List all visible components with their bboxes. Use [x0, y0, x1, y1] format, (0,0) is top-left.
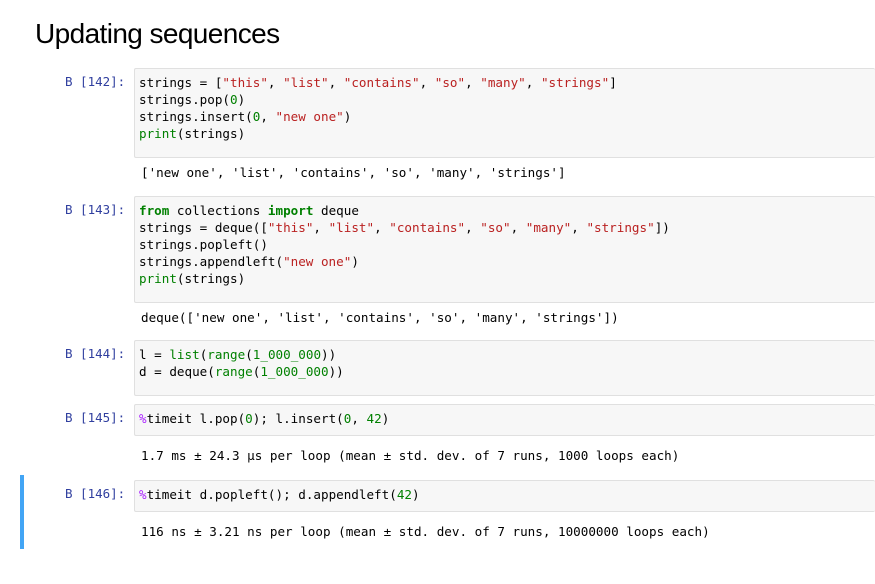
- code-line: strings.appendleft("new one"): [139, 253, 871, 270]
- code-token: (: [245, 347, 253, 362]
- code-cell-146-selected[interactable]: В [146]: %timeit d.popleft(); d.appendle…: [20, 475, 875, 549]
- code-token: ): [381, 411, 390, 426]
- code-token: collections: [169, 203, 268, 218]
- cell-output: 1.7 ms ± 24.3 µs per loop (mean ± std. d…: [141, 448, 680, 463]
- code-line: print(strings): [139, 125, 871, 142]
- cell-prompt: В [143]:: [65, 202, 126, 217]
- code-token: ,: [328, 75, 344, 90]
- code-token: ,: [465, 75, 481, 90]
- code-token: strings.popleft(): [139, 237, 268, 252]
- code-token: "so": [480, 220, 511, 235]
- code-token: "contains": [343, 75, 420, 90]
- code-token: ]): [654, 220, 670, 235]
- code-token: strings = deque([: [139, 220, 268, 235]
- code-line: l = list(range(1_000_000)): [139, 346, 871, 363]
- code-token: range: [214, 364, 253, 379]
- code-token: "strings": [586, 220, 655, 235]
- cell-output: ['new one', 'list', 'contains', 'so', 'm…: [141, 165, 566, 180]
- cell-prompt: В [144]:: [65, 346, 126, 361]
- code-token: print: [139, 126, 177, 141]
- code-input[interactable]: %timeit d.popleft(); d.appendleft(42): [134, 480, 875, 512]
- code-token: 1_000_000: [260, 364, 329, 379]
- code-token: ,: [419, 75, 435, 90]
- code-line: d = deque(range(1_000_000)): [139, 363, 871, 380]
- cell-output: 116 ns ± 3.21 ns per loop (mean ± std. d…: [141, 524, 710, 539]
- code-line: %timeit l.pop(0); l.insert(0, 42): [139, 410, 871, 427]
- code-line: from collections import deque: [139, 202, 871, 219]
- code-token: import: [267, 203, 314, 218]
- code-token: l =: [139, 347, 170, 362]
- code-token: ,: [374, 220, 390, 235]
- code-cell-143[interactable]: В [143]: from collections import deque st…: [20, 196, 875, 332]
- code-token: %: [139, 411, 147, 426]
- code-input[interactable]: from collections import deque strings = d…: [134, 196, 875, 303]
- code-token: timeit d.popleft(); d.appendleft(: [146, 487, 397, 502]
- code-token: ): [343, 109, 352, 124]
- code-token: %: [139, 487, 147, 502]
- cell-prompt: В [142]:: [65, 74, 126, 89]
- code-token: 42: [366, 411, 382, 426]
- code-token: list: [169, 347, 200, 362]
- code-token: ,: [260, 109, 276, 124]
- code-token: ): [351, 254, 359, 269]
- code-token: 0: [230, 92, 238, 107]
- code-line: strings.insert(0, "new one"): [139, 108, 871, 125]
- code-token: ); l.insert(: [252, 411, 344, 426]
- code-token: ,: [525, 75, 541, 90]
- code-token: (strings): [176, 126, 246, 141]
- code-token: "this": [267, 220, 314, 235]
- code-token: )): [328, 364, 344, 379]
- code-token: 0: [245, 411, 253, 426]
- code-token: "contains": [389, 220, 466, 235]
- code-token: print: [139, 271, 177, 286]
- code-token: strings.pop(: [139, 92, 230, 107]
- code-token: from: [139, 203, 170, 218]
- code-input[interactable]: strings = ["this", "list", "contains", "…: [134, 68, 875, 158]
- code-line: strings.pop(0): [139, 91, 871, 108]
- code-input[interactable]: %timeit l.pop(0); l.insert(0, 42): [134, 404, 875, 436]
- code-token: "this": [222, 75, 268, 90]
- code-token: strings.insert(: [139, 109, 253, 124]
- code-token: 42: [396, 487, 412, 502]
- code-token: "list": [328, 220, 375, 235]
- code-token: ,: [313, 220, 329, 235]
- code-line: %timeit d.popleft(); d.appendleft(42): [139, 486, 871, 503]
- code-line: strings.popleft(): [139, 236, 871, 253]
- code-cell-142[interactable]: В [142]: strings = ["this", "list", "con…: [20, 68, 875, 186]
- code-token: 1_000_000: [252, 347, 322, 362]
- code-line: print(strings): [139, 270, 871, 287]
- code-token: strings = [: [139, 75, 223, 90]
- code-token: ,: [465, 220, 481, 235]
- code-token: "so": [434, 75, 466, 90]
- code-token: "many": [525, 220, 572, 235]
- code-line: strings = ["this", "list", "contains", "…: [139, 74, 871, 91]
- code-token: "new one": [275, 109, 344, 124]
- code-token: "new one": [283, 254, 352, 269]
- code-input[interactable]: l = list(range(1_000_000)) d = deque(rang…: [134, 340, 875, 396]
- code-line: strings = deque(["this", "list", "contai…: [139, 219, 871, 236]
- code-cell-145[interactable]: В [145]: %timeit l.pop(0); l.insert(0, 4…: [20, 404, 875, 470]
- code-token: ,: [571, 220, 587, 235]
- code-token: range: [207, 347, 246, 362]
- code-token: ,: [351, 411, 367, 426]
- code-token: "list": [283, 75, 329, 90]
- code-token: strings.appendleft(: [139, 254, 284, 269]
- code-token: d = deque(: [139, 364, 215, 379]
- code-token: ): [237, 92, 246, 107]
- code-token: ,: [510, 220, 526, 235]
- code-token: ]: [609, 75, 617, 90]
- code-token: ): [411, 487, 420, 502]
- code-token: "many": [480, 75, 526, 90]
- code-token: deque: [313, 203, 359, 218]
- page-title: Updating sequences: [35, 18, 280, 49]
- code-token: "strings": [540, 75, 610, 90]
- cell-output: deque(['new one', 'list', 'contains', 's…: [141, 310, 619, 325]
- code-cell-144[interactable]: В [144]: l = list(range(1_000_000)) d = d…: [20, 340, 875, 396]
- code-token: ,: [267, 75, 284, 90]
- code-token: timeit l.pop(: [146, 411, 246, 426]
- cell-prompt: В [145]:: [65, 410, 126, 425]
- code-token: )): [321, 347, 337, 362]
- code-token: (strings): [176, 271, 246, 286]
- cell-prompt: В [146]:: [65, 486, 126, 501]
